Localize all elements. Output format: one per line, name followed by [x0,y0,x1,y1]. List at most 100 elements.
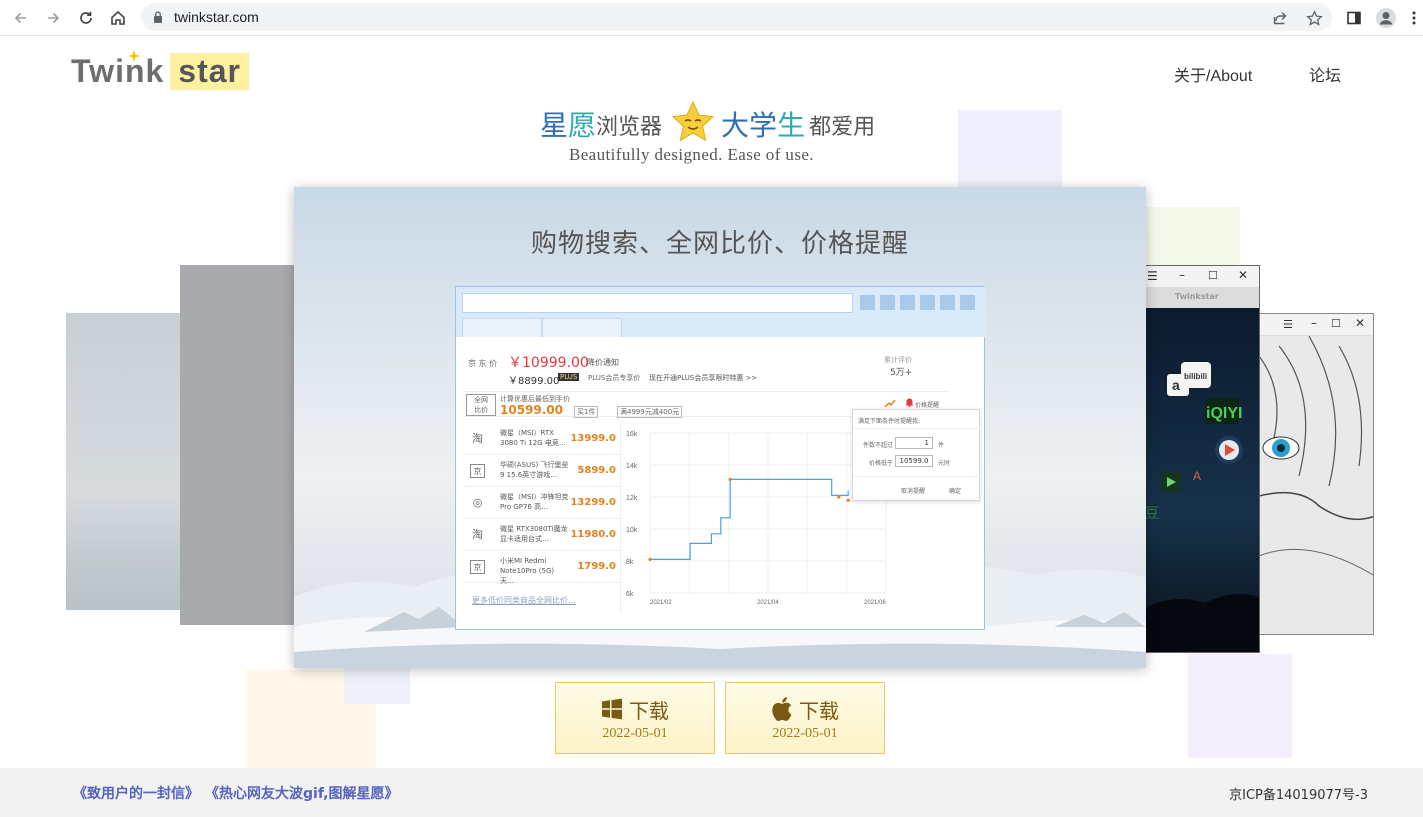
product-name: 华硕(ASUS) 飞行堡垒9 15.6英寸游戏… [500,461,569,479]
screenshot-toolbar [456,287,986,337]
headline-text: 都爱用 [809,115,876,140]
popup-price-unit: 元时 [938,460,951,467]
carousel-slide-prev-1[interactable] [180,265,300,625]
chart-point [728,477,732,481]
chart-x-tick-label: 2021/04 [757,600,779,606]
calc-icon: 全网 比价 [466,394,496,416]
svg-text:a: a [1172,377,1180,393]
shop-icon: 淘 [472,528,483,541]
arrow-right-icon [48,12,60,24]
reload-button[interactable] [74,6,98,30]
carousel-slide-next-2[interactable]: ☰ – ☐ ✕ [1258,313,1374,635]
sparkle-icon [128,50,140,62]
download-label-row: 下载 [601,695,669,724]
chart-point [846,498,850,502]
headline-char: 星 [540,109,569,142]
avatar-icon [1376,8,1396,28]
screenshot-tab [462,318,542,337]
windows-icon [602,698,622,720]
download-windows-button[interactable]: 下载 2022-05-01 [555,682,715,754]
minimize-icon: – [1311,316,1317,330]
divider [853,428,981,429]
popup-price-input: 10599.0 [895,455,933,467]
chart-y-tick-label: 14k [626,463,638,470]
star-mascot-icon [671,100,715,142]
plus-price: ￥8899.00 [508,376,560,387]
download-label: 下载 [799,698,839,723]
footer-link-letter[interactable]: 《致用户的一封信》 [73,783,199,803]
headline-text: 浏览器 [596,115,663,140]
download-mac-button[interactable]: 下载 2022-05-01 [725,682,885,754]
calc-buy-tag: 买1件 [574,406,599,418]
shop-icon: 京 [470,560,485,574]
jd-price: ￥10999.00 [508,355,589,371]
window-tabbar: Twinkstar [1145,288,1259,308]
forward-button[interactable] [41,6,65,30]
product-name: 小米MI Redmi Note10Pro (5G) 天… [500,557,555,585]
share-button[interactable] [1271,9,1289,27]
anime-wallpaper-image [1259,336,1373,634]
arrow-left-icon [14,12,26,24]
popup-title: 满足下面条件时提醒我: [858,418,921,425]
chart-point [837,495,841,499]
background-decoration [344,668,410,704]
product-price: 11980.0 [570,529,616,540]
calc-coupon-tag: 满4999元减400元 [617,406,683,418]
icp-license[interactable]: 京ICP备14019077号-3 [1229,784,1368,803]
reload-icon [80,11,92,24]
jd-price-label: 京 东 价 [468,359,498,368]
plus-badge: PLUS [558,373,580,381]
toolbar-icon [940,295,955,310]
maximize-icon: ☐ [1331,317,1341,330]
kebab-menu-icon [1412,11,1416,25]
trend-up-icon [884,399,896,408]
plus-promo: 现在开通PLUS会员享限时特惠 >> [649,374,758,382]
chart-x-tick-label: 2021/02 [650,600,672,606]
chart-series-line [650,478,849,560]
download-label-row: 下载 [771,695,839,724]
price-notice-link: 降价通知 [587,358,619,367]
product-name: 微星（MSI）冲锋坦克Pro GP76 高… [500,493,569,511]
carousel-slide-prev-2[interactable] [66,313,186,610]
profile-button[interactable] [1374,6,1398,30]
star-outline-icon [1305,9,1323,26]
svg-text:A: A [1193,469,1201,483]
shop-icon: 京 [470,464,485,478]
home-button[interactable] [106,6,130,30]
back-button[interactable] [9,6,33,30]
site-footer: 《致用户的一封信》 《热心网友大波gif,图解星愿》 京ICP备14019077… [0,768,1423,817]
chart-y-tick-label: 6k [626,591,634,598]
maximize-icon: ☐ [1208,269,1218,282]
product-name: 微星（MSI）RTX 3080 Ti 12G 电竞… [500,429,566,447]
release-date: 2022-05-01 [772,725,838,741]
more-compare-link: 更多低价同类商品全网比价… [472,596,576,605]
carousel-slide-active[interactable]: 购物搜索、全网比价、价格提醒 京 东 价 ￥10999.00 降价通知 ￥889… [294,187,1146,668]
price-alert-label: 价格提醒 [915,402,940,409]
screenshot-tab [542,318,622,337]
toolbar-icon [900,295,915,310]
side-panel-button[interactable] [1342,6,1366,30]
address-bar[interactable]: twinkstar.com [141,3,1332,31]
chart-y-tick-label: 8k [626,559,634,566]
plus-label: PLUS会员专享价 [588,374,641,382]
footer-link-gif[interactable]: 《热心网友大波gif,图解星愿》 [205,783,398,803]
menu-button[interactable] [1405,6,1423,30]
background-decoration [1188,654,1292,758]
product-price: 13299.0 [570,497,616,508]
window-titlebar: ☰ – ☐ ✕ [1145,266,1259,288]
nav-link-forum[interactable]: 论坛 [1309,62,1341,86]
bookmark-button[interactable] [1305,9,1323,27]
carousel-slide-next-1[interactable]: ☰ – ☐ ✕ Twinkstar a bilibili iQIYI A 豆 [1144,265,1260,653]
close-icon: ✕ [1355,316,1366,330]
chart-x-tick-label: 2021/06 [864,600,886,606]
nav-link-about[interactable]: 关于/About [1174,62,1252,86]
product-price: 1799.0 [577,561,616,572]
site-logo[interactable]: Twink star [71,50,249,90]
address-url: twinkstar.com [174,9,259,25]
menu-icon: ☰ [1147,269,1158,283]
list-item: ◎ 微星（MSI）冲锋坦克Pro GP76 高… 13299.0 [464,487,620,519]
toolbar-icon [880,295,895,310]
headline: 星 愿 浏览器 大学 生 都爱用 [540,100,890,144]
headline-char: 大学 [721,109,778,142]
chart-y-tick-label: 16k [626,431,638,438]
